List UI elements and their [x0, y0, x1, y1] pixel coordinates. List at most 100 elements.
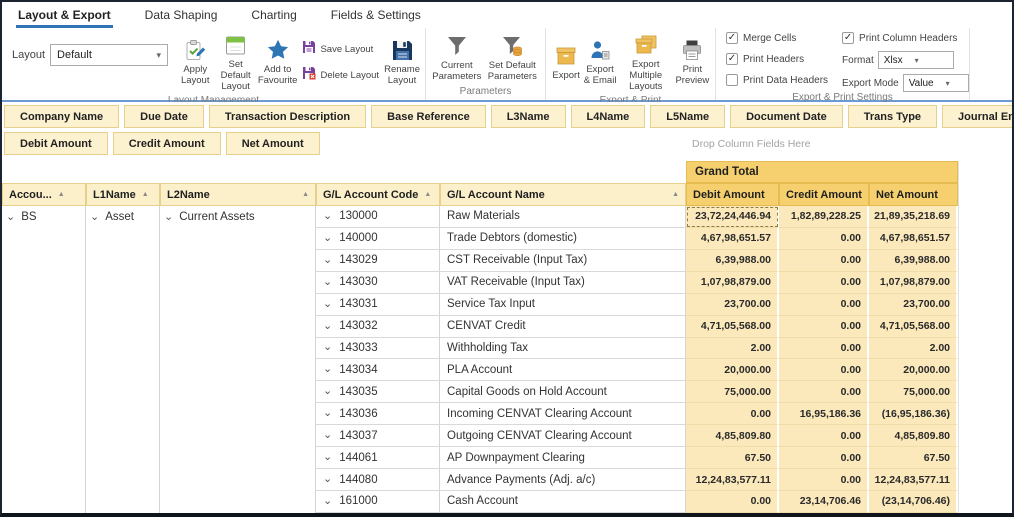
gl-code-cell[interactable]: ⌄143035 [316, 381, 440, 403]
field-chip-journal-entry-number[interactable]: Journal Entry Number [942, 105, 1014, 128]
net-cell[interactable]: 4,85,809.80 [869, 425, 958, 447]
net-cell[interactable]: 21,89,35,218.69 [869, 206, 958, 228]
gl-name-cell[interactable]: Withholding Tax [440, 338, 686, 360]
chevron-down-icon[interactable]: ⌄ [323, 255, 332, 266]
set-default-parameters-button[interactable]: Set Default Parameters [484, 31, 541, 85]
gl-name-cell[interactable]: PLA Account [440, 359, 686, 381]
chevron-down-icon[interactable]: ⌄ [323, 277, 332, 288]
credit-cell[interactable]: 0.00 [779, 469, 869, 491]
gl-code-cell[interactable]: ⌄143030 [316, 272, 440, 294]
debit-cell[interactable]: 1,07,98,879.00 [686, 272, 779, 294]
rename-layout-button[interactable]: Rename Layout [383, 35, 421, 89]
chevron-down-icon[interactable]: ⌄ [323, 408, 332, 419]
chevron-down-icon[interactable]: ⌄ [323, 211, 332, 222]
field-chip-base-reference[interactable]: Base Reference [371, 105, 486, 128]
print-preview-button[interactable]: Print Preview [674, 35, 711, 89]
gl-name-cell[interactable]: VAT Receivable (Input Tax) [440, 272, 686, 294]
chevron-down-icon[interactable]: ⌄ [323, 430, 332, 441]
delete-layout-button[interactable]: Delete Layout [302, 66, 379, 85]
gl-name-cell[interactable]: Trade Debtors (domestic) [440, 228, 686, 250]
tab-layout-export[interactable]: Layout & Export [16, 3, 113, 28]
credit-cell[interactable]: 0.00 [779, 250, 869, 272]
debit-cell[interactable]: 75,000.00 [686, 381, 779, 403]
debit-cell[interactable]: 4,85,809.80 [686, 425, 779, 447]
gl-code-cell[interactable]: ⌄161000 [316, 491, 440, 513]
save-layout-button[interactable]: Save Layout [302, 40, 379, 59]
credit-cell[interactable]: 0.00 [779, 272, 869, 294]
debit-cell[interactable]: 4,71,05,568.00 [686, 316, 779, 338]
net-cell[interactable]: 6,39,988.00 [869, 250, 958, 272]
field-chip-net-amount[interactable]: Net Amount [226, 132, 320, 155]
field-chip-transaction-description[interactable]: Transaction Description [209, 105, 366, 128]
net-cell[interactable]: 23,700.00 [869, 294, 958, 316]
grand-total-header[interactable]: Grand Total [686, 161, 958, 183]
debit-cell[interactable]: 23,72,24,446.94 [686, 206, 779, 228]
export-button[interactable]: Export [550, 41, 582, 84]
credit-cell[interactable]: 0.00 [779, 338, 869, 360]
gl-code-cell[interactable]: ⌄143033 [316, 338, 440, 360]
header-net-amount[interactable]: Net Amount [869, 183, 958, 206]
checkbox-icon[interactable]: ✓ [842, 32, 854, 44]
gl-code-cell[interactable]: ⌄143032 [316, 316, 440, 338]
debit-cell[interactable]: 23,700.00 [686, 294, 779, 316]
field-chip-due-date[interactable]: Due Date [124, 105, 204, 128]
gl-code-cell[interactable]: ⌄143034 [316, 359, 440, 381]
chevron-down-icon[interactable]: ⌄ [323, 474, 332, 485]
net-cell[interactable]: 4,67,98,651.57 [869, 228, 958, 250]
debit-cell[interactable]: 12,24,83,577.11 [686, 469, 779, 491]
debit-cell[interactable]: 67.50 [686, 447, 779, 469]
debit-cell[interactable]: 0.00 [686, 403, 779, 425]
gl-code-cell[interactable]: ⌄143036 [316, 403, 440, 425]
chevron-down-icon[interactable]: ⌄ [90, 212, 99, 223]
layout-select[interactable]: Default ▾ [50, 44, 168, 66]
tab-charting[interactable]: Charting [249, 3, 298, 28]
cell-l2name-current-assets[interactable]: ⌄Current Assets [160, 206, 316, 513]
chevron-down-icon[interactable]: ⌄ [323, 321, 332, 332]
chevron-down-icon[interactable]: ⌄ [323, 386, 332, 397]
credit-cell[interactable]: 0.00 [779, 294, 869, 316]
export-email-button[interactable]: Export & Email [582, 35, 618, 89]
net-cell[interactable]: (16,95,186.36) [869, 403, 958, 425]
gl-name-cell[interactable]: CST Receivable (Input Tax) [440, 250, 686, 272]
net-cell[interactable]: 67.50 [869, 447, 958, 469]
gl-code-cell[interactable]: ⌄140000 [316, 228, 440, 250]
net-cell[interactable]: 75,000.00 [869, 381, 958, 403]
gl-name-cell[interactable]: Incoming CENVAT Clearing Account [440, 403, 686, 425]
header-gl-account-code[interactable]: G/L Account Code▲ [316, 183, 440, 206]
credit-cell[interactable]: 0.00 [779, 447, 869, 469]
checkbox-print-column-headers[interactable]: ✓ Print Column Headers [842, 30, 969, 46]
checkbox-print-headers[interactable]: ✓ Print Headers [726, 51, 828, 67]
header-debit-amount[interactable]: Debit Amount [686, 183, 779, 206]
net-cell[interactable]: 20,000.00 [869, 359, 958, 381]
gl-name-cell[interactable]: Raw Materials [440, 206, 686, 228]
gl-name-cell[interactable]: Capital Goods on Hold Account [440, 381, 686, 403]
field-chip-l4name[interactable]: L4Name [571, 105, 646, 128]
credit-cell[interactable]: 16,95,186.36 [779, 403, 869, 425]
gl-code-cell[interactable]: ⌄143029 [316, 250, 440, 272]
header-l2name[interactable]: L2Name▲ [160, 183, 316, 206]
net-cell[interactable]: 2.00 [869, 338, 958, 360]
credit-cell[interactable]: 1,82,89,228.25 [779, 206, 869, 228]
net-cell[interactable]: 4,71,05,568.00 [869, 316, 958, 338]
gl-name-cell[interactable]: Outgoing CENVAT Clearing Account [440, 425, 686, 447]
gl-name-cell[interactable]: CENVAT Credit [440, 316, 686, 338]
gl-code-cell[interactable]: ⌄130000 [316, 206, 440, 228]
field-chip-document-date[interactable]: Document Date [730, 105, 843, 128]
credit-cell[interactable]: 0.00 [779, 228, 869, 250]
checkbox-icon[interactable] [726, 74, 738, 86]
field-chip-company-name[interactable]: Company Name [4, 105, 119, 128]
debit-cell[interactable]: 6,39,988.00 [686, 250, 779, 272]
sort-ascending-icon[interactable]: ▲ [142, 191, 149, 198]
field-chip-trans-type[interactable]: Trans Type [848, 105, 937, 128]
field-chip-credit-amount[interactable]: Credit Amount [113, 132, 221, 155]
net-cell[interactable]: 12,24,83,577.11 [869, 469, 958, 491]
gl-name-cell[interactable]: AP Downpayment Clearing [440, 447, 686, 469]
field-chip-l5name[interactable]: L5Name [650, 105, 725, 128]
checkbox-print-data-headers[interactable]: Print Data Headers [726, 72, 828, 88]
apply-layout-button[interactable]: Apply Layout [176, 35, 214, 89]
chevron-down-icon[interactable]: ⌄ [323, 364, 332, 375]
credit-cell[interactable]: 23,14,706.46 [779, 491, 869, 513]
checkbox-icon[interactable]: ✓ [726, 53, 738, 65]
debit-cell[interactable]: 2.00 [686, 338, 779, 360]
gl-code-cell[interactable]: ⌄143037 [316, 425, 440, 447]
